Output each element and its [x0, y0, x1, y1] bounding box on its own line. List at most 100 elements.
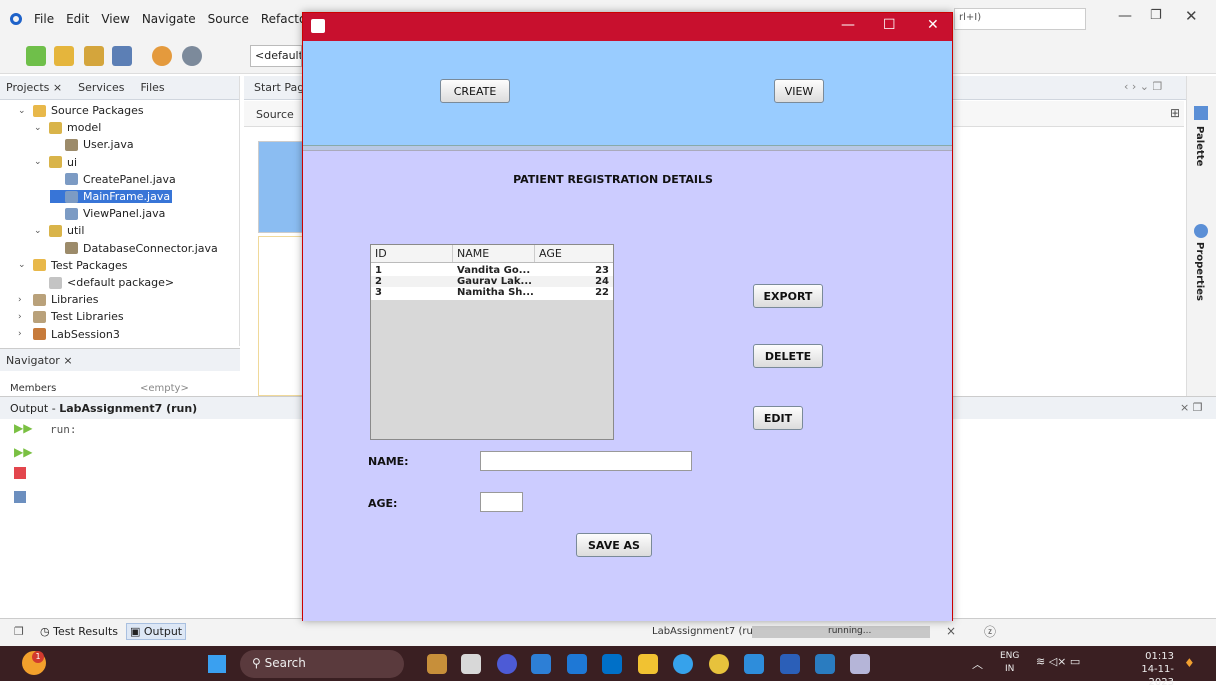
app-close-icon[interactable]: ✕: [927, 17, 939, 33]
tab-start-page[interactable]: Start Pag: [254, 81, 304, 94]
open-project-icon[interactable]: [84, 46, 104, 66]
test-results-tab[interactable]: ◷ Test Results: [40, 625, 118, 638]
table-row[interactable]: 3 Namitha Sh... 22: [371, 287, 613, 298]
output-tab[interactable]: ▣ Output: [126, 623, 187, 640]
netbeans-icon[interactable]: [744, 654, 764, 674]
properties-tab[interactable]: Properties: [1194, 242, 1205, 301]
tab-projects[interactable]: Projects ×: [6, 81, 62, 94]
tab-navigator[interactable]: Navigator ×: [6, 354, 73, 367]
table-row[interactable]: 1 Vandita Go... 23: [371, 265, 613, 276]
tree-item[interactable]: DatabaseConnector.java: [50, 242, 218, 255]
store-badge-icon[interactable]: [427, 654, 447, 674]
new-file-icon[interactable]: [26, 46, 46, 66]
java-app-icon[interactable]: [850, 654, 870, 674]
minimize-icon[interactable]: —: [1118, 8, 1132, 24]
tree-item[interactable]: <default package>: [34, 276, 174, 289]
tree-item[interactable]: › LabSession3: [18, 328, 120, 341]
close-icon[interactable]: ✕: [1185, 7, 1198, 25]
tree-item[interactable]: › Libraries: [18, 293, 99, 306]
restore-icon[interactable]: ❐: [1150, 8, 1162, 23]
output-close-icon[interactable]: × ❐: [1180, 401, 1203, 414]
properties-icon[interactable]: [1194, 224, 1208, 238]
navigator-empty-label[interactable]: <empty>: [140, 383, 189, 394]
edit-button[interactable]: EDIT: [753, 406, 803, 430]
palette-tab[interactable]: Palette: [1194, 126, 1205, 166]
config-dropdown[interactable]: <default c: [250, 45, 302, 67]
chevron-down-icon[interactable]: ⌄: [34, 226, 44, 236]
tree-item[interactable]: CreatePanel.java: [50, 173, 176, 186]
chevron-down-icon[interactable]: ⌄: [18, 260, 28, 270]
chevron-right-icon[interactable]: ›: [18, 312, 28, 322]
palette-icon[interactable]: [1194, 106, 1208, 120]
app-maximize-icon[interactable]: ☐: [883, 17, 896, 33]
chevron-down-icon[interactable]: ⌄: [34, 157, 44, 167]
patients-table[interactable]: ID NAME AGE 1 Vandita Go... 23 2 Gaurav …: [370, 244, 614, 440]
rerun-icon[interactable]: ▶▶: [14, 421, 32, 435]
tab-services[interactable]: Services: [78, 81, 124, 94]
table-row[interactable]: 2 Gaurav Lak... 24: [371, 276, 613, 287]
tab-source[interactable]: Source: [256, 108, 294, 121]
tree-item[interactable]: User.java: [50, 138, 134, 151]
ms-store-icon[interactable]: [531, 654, 551, 674]
vscode-icon[interactable]: [815, 654, 835, 674]
wifi-volume-battery-icon[interactable]: ≋ ◁× ▭: [1036, 655, 1080, 668]
maximize-icon[interactable]: ❐: [14, 625, 24, 638]
tree-item[interactable]: ⌄ util: [34, 224, 84, 237]
tree-item[interactable]: ⌄ model: [34, 121, 101, 134]
undo-icon[interactable]: [152, 46, 172, 66]
task-view-icon[interactable]: [461, 654, 481, 674]
chevron-right-icon[interactable]: ›: [18, 329, 28, 339]
word-icon[interactable]: [780, 654, 800, 674]
column-header-name[interactable]: NAME: [453, 245, 535, 262]
chrome-icon[interactable]: [709, 654, 729, 674]
tree-item[interactable]: MainFrame.java: [50, 190, 173, 203]
menu-view[interactable]: View: [101, 12, 129, 26]
edge-icon[interactable]: [673, 654, 693, 674]
save-all-icon[interactable]: [112, 46, 132, 66]
notifications-icon[interactable]: ⓩ: [984, 623, 996, 640]
navigator-members-label[interactable]: Members: [10, 383, 56, 394]
column-header-age[interactable]: AGE: [535, 245, 613, 262]
tree-item[interactable]: ViewPanel.java: [50, 207, 165, 220]
app-minimize-icon[interactable]: —: [841, 17, 855, 33]
menu-source[interactable]: Source: [208, 12, 249, 26]
chevron-down-icon[interactable]: ⌄: [18, 106, 28, 116]
notification-bell-icon[interactable]: ♦: [1184, 656, 1195, 670]
create-button[interactable]: CREATE: [440, 79, 510, 103]
tree-item[interactable]: › Test Libraries: [18, 310, 124, 323]
language-indicator[interactable]: ENG IN: [1000, 650, 1019, 676]
tree-item[interactable]: ⌄ Test Packages: [18, 259, 127, 272]
tree-item[interactable]: ⌄ ui: [34, 156, 77, 169]
clock[interactable]: 01:13 14-11-2023: [1118, 650, 1174, 689]
new-project-icon[interactable]: [54, 46, 74, 66]
redo-icon[interactable]: [182, 46, 202, 66]
meet-icon[interactable]: [497, 654, 517, 674]
column-header-id[interactable]: ID: [371, 245, 453, 262]
layout-icon[interactable]: ⊞: [1170, 106, 1180, 120]
rerun-params-icon[interactable]: ▶▶: [14, 445, 32, 459]
menu-edit[interactable]: Edit: [66, 12, 89, 26]
chevron-down-icon[interactable]: ⌄: [34, 123, 44, 133]
age-field[interactable]: [480, 492, 523, 512]
cancel-process-icon[interactable]: ×: [946, 624, 956, 638]
menu-file[interactable]: File: [34, 12, 54, 26]
view-button[interactable]: VIEW: [774, 79, 824, 103]
save-as-button[interactable]: SAVE AS: [576, 533, 652, 557]
search-box[interactable]: rl+I): [954, 8, 1086, 30]
tray-chevron-icon[interactable]: ︿: [972, 656, 983, 672]
chevron-right-icon[interactable]: ›: [18, 295, 28, 305]
export-button[interactable]: EXPORT: [753, 284, 823, 308]
delete-button[interactable]: DELETE: [753, 344, 823, 368]
name-field[interactable]: [480, 451, 692, 471]
start-icon[interactable]: [208, 655, 226, 673]
taskbar-search[interactable]: ⚲ Search: [240, 650, 404, 678]
settings-icon[interactable]: [14, 491, 26, 503]
file-explorer-icon[interactable]: [638, 654, 658, 674]
tab-nav-icon[interactable]: ‹ › ⌄ ❐: [1124, 80, 1162, 93]
lens-icon[interactable]: [602, 654, 622, 674]
stop-icon[interactable]: [14, 467, 26, 479]
mail-icon[interactable]: [567, 654, 587, 674]
menu-navigate[interactable]: Navigate: [142, 12, 196, 26]
tab-files[interactable]: Files: [140, 81, 164, 94]
tree-item[interactable]: ⌄ Source Packages: [18, 104, 144, 117]
